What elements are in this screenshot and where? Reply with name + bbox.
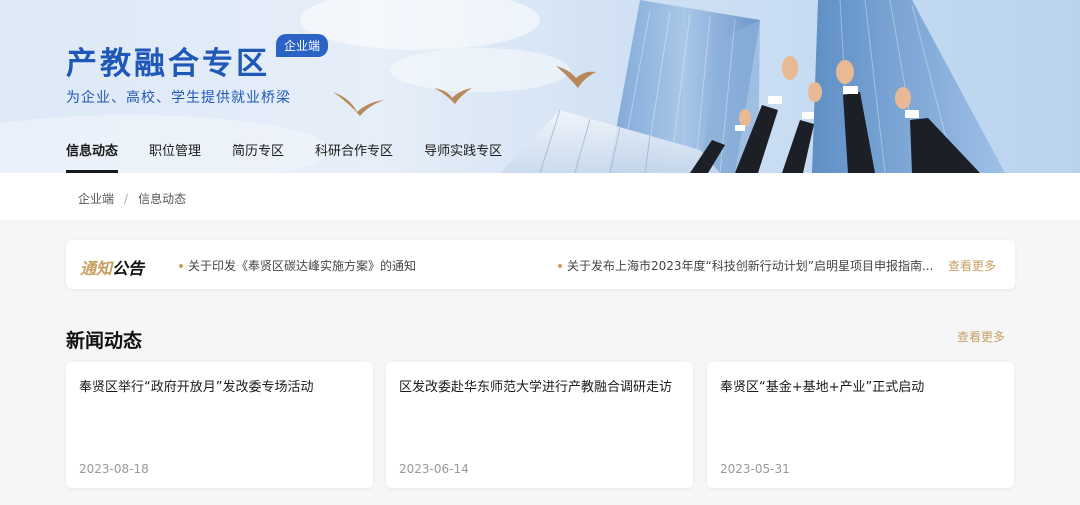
news-card-title: 区发改委赴华东师范大学进行产教融合调研走访 (399, 380, 673, 395)
breadcrumb: 企业端 / 信息动态 (78, 190, 186, 207)
nav-item-mentor[interactable]: 导师实践专区 (424, 144, 502, 173)
portal-badge: 企业端 (276, 34, 329, 57)
hero-banner: 产教融合专区 企业端 为企业、高校、学生提供就业桥梁 信息动态 职位管理 简历专… (0, 0, 1080, 173)
brand-subtitle: 为企业、高校、学生提供就业桥梁 (66, 90, 291, 106)
brand-title: 产教融合专区 (66, 46, 270, 82)
news-card[interactable]: 奉贤区“基金+基地+产业”正式启动 2023-05-31 (707, 362, 1014, 488)
news-card-title: 奉贤区“基金+基地+产业”正式启动 (720, 380, 925, 395)
notice-label-highlight: 通知 (80, 259, 113, 278)
main-nav: 信息动态 职位管理 简历专区 科研合作专区 导师实践专区 (66, 144, 533, 173)
news-card-title: 奉贤区举行“政府开放月”发改委专场活动 (79, 380, 314, 395)
brand: 产教融合专区 企业端 (66, 34, 329, 83)
bullet-icon (179, 263, 183, 268)
news-more-link[interactable]: 查看更多 (957, 328, 1005, 345)
breadcrumb-item-portal[interactable]: 企业端 (78, 190, 114, 207)
news-card-date: 2023-05-31 (720, 462, 790, 476)
building-right (812, 0, 1005, 173)
news-section-title: 新闻动态 (66, 330, 143, 352)
news-card-date: 2023-06-14 (399, 462, 469, 476)
notice-item[interactable]: 关于发布上海市2023年度“科技创新行动计划”启明星项目申报指南... (558, 257, 933, 274)
breadcrumb-separator: / (124, 191, 129, 206)
news-card[interactable]: 奉贤区举行“政府开放月”发改委专场活动 2023-08-18 (66, 362, 373, 488)
nav-item-info[interactable]: 信息动态 (66, 144, 119, 173)
notice-item[interactable]: 关于印发《奉贤区碳达峰实施方案》的通知 (179, 257, 416, 274)
breadcrumb-bar: 企业端 / 信息动态 (0, 173, 1080, 220)
news-card[interactable]: 区发改委赴华东师范大学进行产教融合调研走访 2023-06-14 (386, 362, 693, 488)
notice-item-text: 关于印发《奉贤区碳达峰实施方案》的通知 (188, 259, 417, 273)
notice-label-rest: 公告 (112, 259, 145, 278)
notice-more-link[interactable]: 查看更多 (948, 257, 996, 274)
bullet-icon (558, 263, 562, 268)
notice-label: 通知公告 (80, 255, 144, 279)
notice-bar: 通知公告 关于印发《奉贤区碳达峰实施方案》的通知 关于发布上海市2023年度“科… (66, 240, 1015, 289)
nav-item-jobs[interactable]: 职位管理 (149, 144, 201, 173)
nav-item-resumes[interactable]: 简历专区 (232, 144, 284, 173)
breadcrumb-item-current: 信息动态 (138, 192, 187, 206)
nav-item-research[interactable]: 科研合作专区 (315, 144, 393, 173)
news-card-date: 2023-08-18 (79, 462, 149, 476)
notice-item-text: 关于发布上海市2023年度“科技创新行动计划”启明星项目申报指南... (567, 259, 934, 273)
